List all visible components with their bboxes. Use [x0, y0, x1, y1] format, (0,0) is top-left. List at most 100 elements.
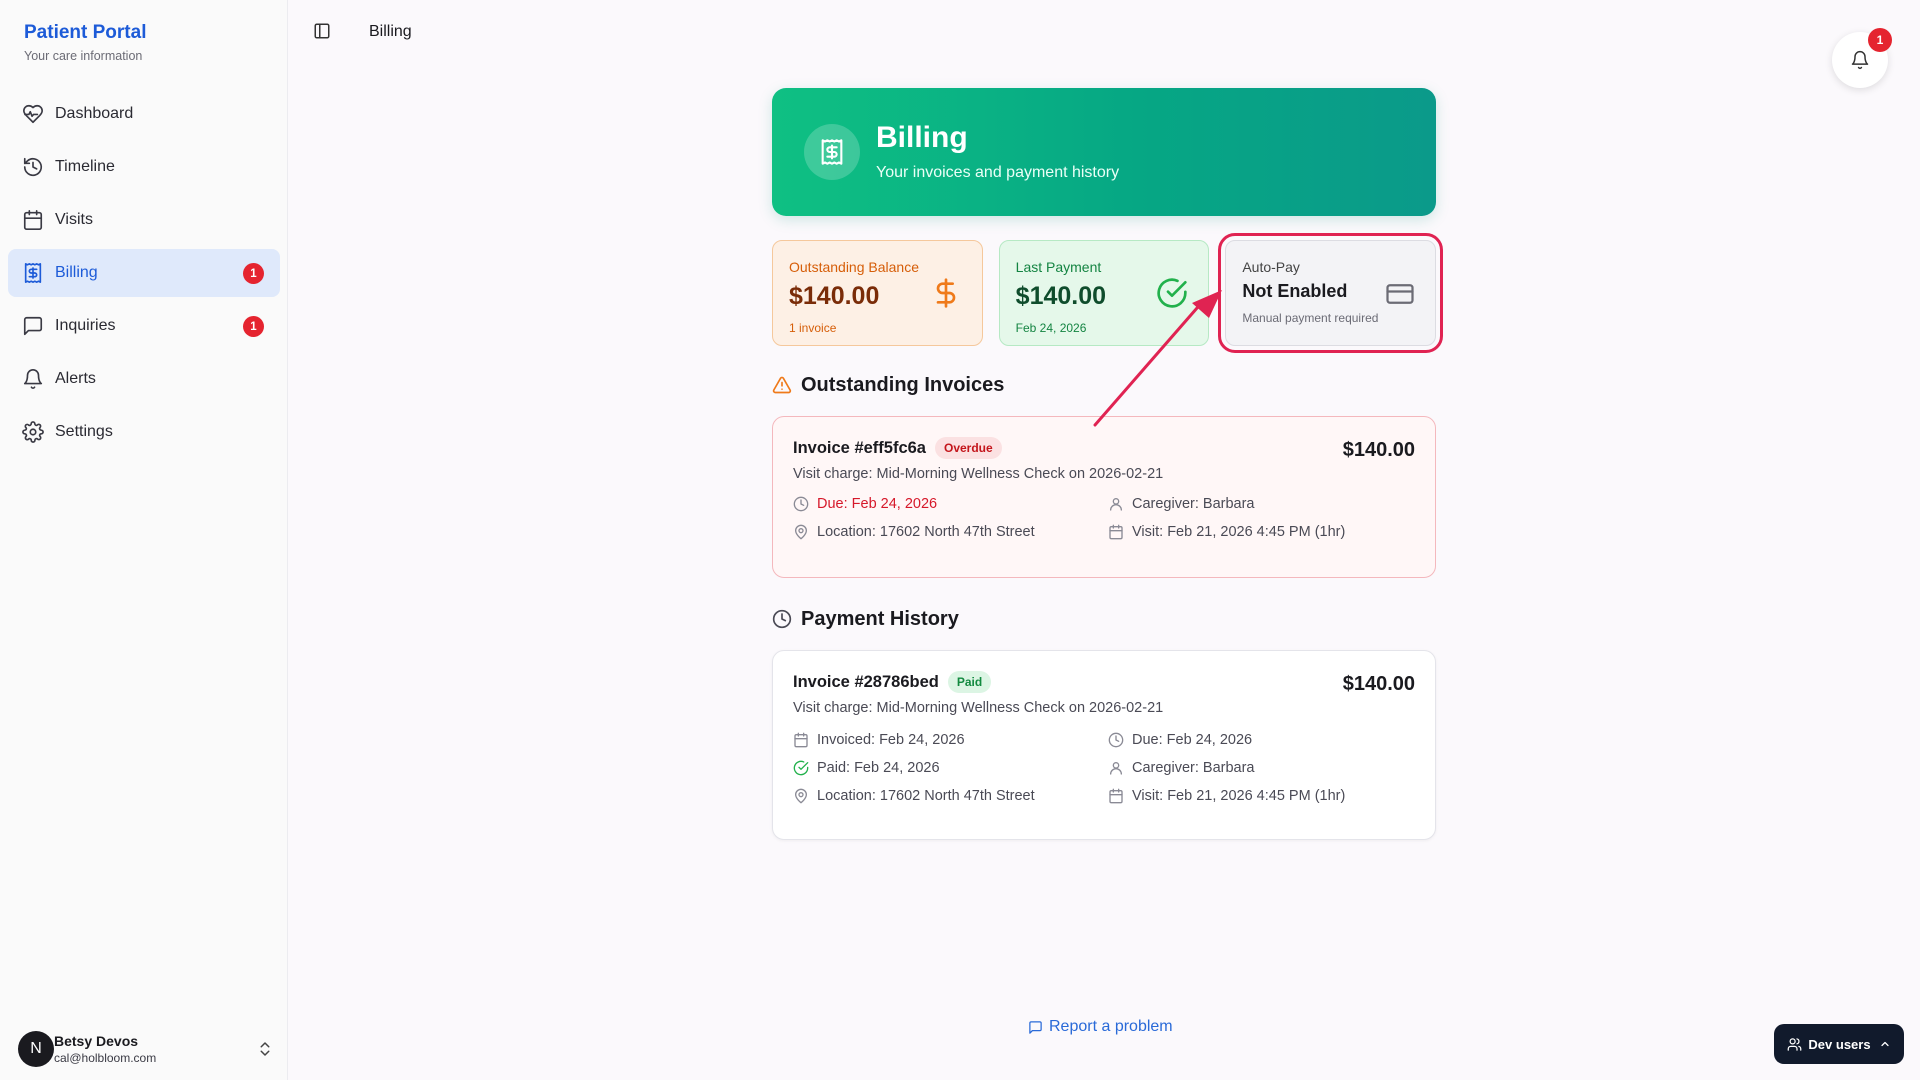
history-icon	[22, 156, 44, 178]
user-email: cal@holbloom.com	[54, 1051, 157, 1065]
section-title: Outstanding Invoices	[801, 373, 1005, 396]
payment-history-card[interactable]: Invoice #28786bed Paid $140.00 Visit cha…	[772, 650, 1436, 840]
bell-icon	[1850, 50, 1870, 70]
invoice-caregiver: Caregiver: Barbara	[1108, 496, 1415, 512]
invoice-due-date: Due: Feb 24, 2026	[793, 496, 1108, 512]
invoice-description: Visit charge: Mid-Morning Wellness Check…	[793, 700, 1164, 716]
calendar-icon	[1108, 788, 1124, 804]
last-payment-date: Feb 24, 2026	[1015, 321, 1087, 335]
page-title: Billing	[876, 121, 968, 154]
autopay-card[interactable]: Auto-Pay Not Enabled Manual payment requ…	[1218, 233, 1444, 353]
user-menu[interactable]: N Betsy Devos cal@holbloom.com	[18, 1028, 274, 1070]
map-pin-icon	[793, 788, 809, 804]
invoice-location: Location: 17602 North 47th Street	[793, 788, 1108, 804]
billing-stats: Outstanding Balance $140.00 1 invoice La…	[772, 233, 1444, 353]
status-badge: Paid	[947, 671, 992, 693]
caregiver-text: Caregiver: Barbara	[1132, 760, 1255, 776]
caregiver-text: Caregiver: Barbara	[1132, 496, 1255, 512]
sidebar-item-inquiries[interactable]: Inquiries 1	[8, 302, 280, 350]
billing-count-badge: 1	[243, 263, 264, 284]
brand: Patient Portal Your care information	[24, 22, 146, 63]
last-payment-label: Last Payment	[1015, 259, 1102, 275]
dev-users-button[interactable]: Dev users	[1774, 1024, 1904, 1064]
sidebar-item-alerts[interactable]: Alerts	[8, 355, 280, 403]
invoice-visit: Visit: Feb 21, 2026 4:45 PM (1hr)	[1108, 524, 1415, 540]
sidebar-item-label: Settings	[55, 423, 113, 440]
avatar: N	[18, 1031, 54, 1067]
autopay-label: Auto-Pay	[1242, 259, 1300, 275]
visit-text: Visit: Feb 21, 2026 4:45 PM (1hr)	[1132, 788, 1346, 804]
sidebar-item-settings[interactable]: Settings	[8, 408, 280, 456]
invoice-paid-date: Paid: Feb 24, 2026	[793, 760, 1108, 776]
map-pin-icon	[793, 524, 809, 540]
invoice-visit: Visit: Feb 21, 2026 4:45 PM (1hr)	[1108, 788, 1415, 804]
check-circle-icon	[793, 760, 809, 776]
last-payment-card: Last Payment $140.00 Feb 24, 2026	[998, 240, 1210, 346]
autopay-note: Manual payment required	[1242, 311, 1379, 325]
sidebar-item-timeline[interactable]: Timeline	[8, 143, 280, 191]
invoice-amount: $140.00	[1342, 439, 1415, 461]
calendar-icon	[22, 209, 44, 231]
report-problem-link[interactable]: Report a problem	[1028, 1018, 1173, 1036]
invoice-number: Invoice #28786bed	[793, 672, 939, 691]
breadcrumb: Billing	[369, 23, 412, 40]
payment-history-heading: Payment History	[772, 606, 1436, 632]
flag-message-icon	[1028, 1020, 1043, 1035]
sidebar-item-label: Dashboard	[55, 105, 134, 122]
brand-title: Patient Portal	[24, 22, 147, 43]
sidebar-item-label: Visits	[55, 211, 93, 228]
calendar-icon	[793, 732, 809, 748]
bell-icon	[22, 368, 44, 390]
sidebar-item-visits[interactable]: Visits	[8, 196, 280, 244]
dollar-sign-icon	[930, 277, 962, 309]
credit-card-icon	[1385, 279, 1415, 309]
clock-icon	[1108, 732, 1124, 748]
due-text: Due: Feb 24, 2026	[817, 496, 938, 512]
hero-icon-circle	[804, 124, 860, 180]
invoice-description: Visit charge: Mid-Morning Wellness Check…	[793, 466, 1164, 482]
check-circle-icon	[1156, 277, 1188, 309]
sidebar-item-dashboard[interactable]: Dashboard	[8, 90, 280, 138]
clock-icon	[793, 496, 809, 512]
gear-icon	[22, 421, 44, 443]
status-badge: Overdue	[934, 437, 1002, 459]
notification-count-badge: 1	[1868, 28, 1892, 52]
outstanding-balance-label: Outstanding Balance	[789, 259, 919, 275]
sidebar-item-billing[interactable]: Billing 1	[8, 249, 280, 297]
section-title: Payment History	[801, 607, 959, 630]
paid-text: Paid: Feb 24, 2026	[817, 760, 940, 776]
brand-subtitle: Your care information	[24, 49, 143, 63]
sidebar: Patient Portal Your care information Das…	[0, 0, 288, 1080]
invoice-amount: $140.00	[1342, 673, 1415, 695]
location-text: Location: 17602 North 47th Street	[817, 788, 1035, 804]
outstanding-invoice-card[interactable]: Invoice #eff5fc6a Overdue $140.00 Visit …	[772, 416, 1436, 578]
outstanding-invoice-count: 1 invoice	[789, 321, 837, 335]
billing-hero-banner: Billing Your invoices and payment histor…	[772, 88, 1436, 216]
notifications-button[interactable]: 1	[1832, 28, 1892, 88]
sidebar-item-label: Alerts	[55, 370, 96, 387]
chevron-up-icon	[1879, 1038, 1891, 1050]
warning-triangle-icon	[772, 375, 792, 395]
clock-icon	[772, 609, 792, 629]
heart-pulse-icon	[22, 103, 44, 125]
chevrons-up-down-icon	[256, 1040, 274, 1058]
invoice-number: Invoice #eff5fc6a	[793, 438, 926, 457]
invoiced-text: Invoiced: Feb 24, 2026	[817, 732, 965, 748]
billing-main: Billing Your invoices and payment histor…	[772, 88, 1444, 840]
calendar-icon	[1108, 524, 1124, 540]
user-icon	[1108, 760, 1124, 776]
user-info: Betsy Devos cal@holbloom.com	[54, 1033, 156, 1065]
sidebar-toggle-icon[interactable]	[313, 22, 331, 40]
page-subtitle: Your invoices and payment history	[876, 164, 1120, 181]
users-icon	[1787, 1037, 1802, 1052]
dev-users-label: Dev users	[1808, 1036, 1871, 1052]
report-problem-label: Report a problem	[1049, 1018, 1173, 1035]
inquiries-count-badge: 1	[243, 316, 264, 337]
visit-text: Visit: Feb 21, 2026 4:45 PM (1hr)	[1132, 524, 1346, 540]
location-text: Location: 17602 North 47th Street	[817, 524, 1035, 540]
receipt-dollar-icon	[22, 262, 44, 284]
invoice-caregiver: Caregiver: Barbara	[1108, 760, 1415, 776]
top-bar: Billing 1	[289, 0, 1920, 88]
sidebar-item-label: Billing	[55, 264, 98, 281]
user-name: Betsy Devos	[54, 1033, 139, 1049]
